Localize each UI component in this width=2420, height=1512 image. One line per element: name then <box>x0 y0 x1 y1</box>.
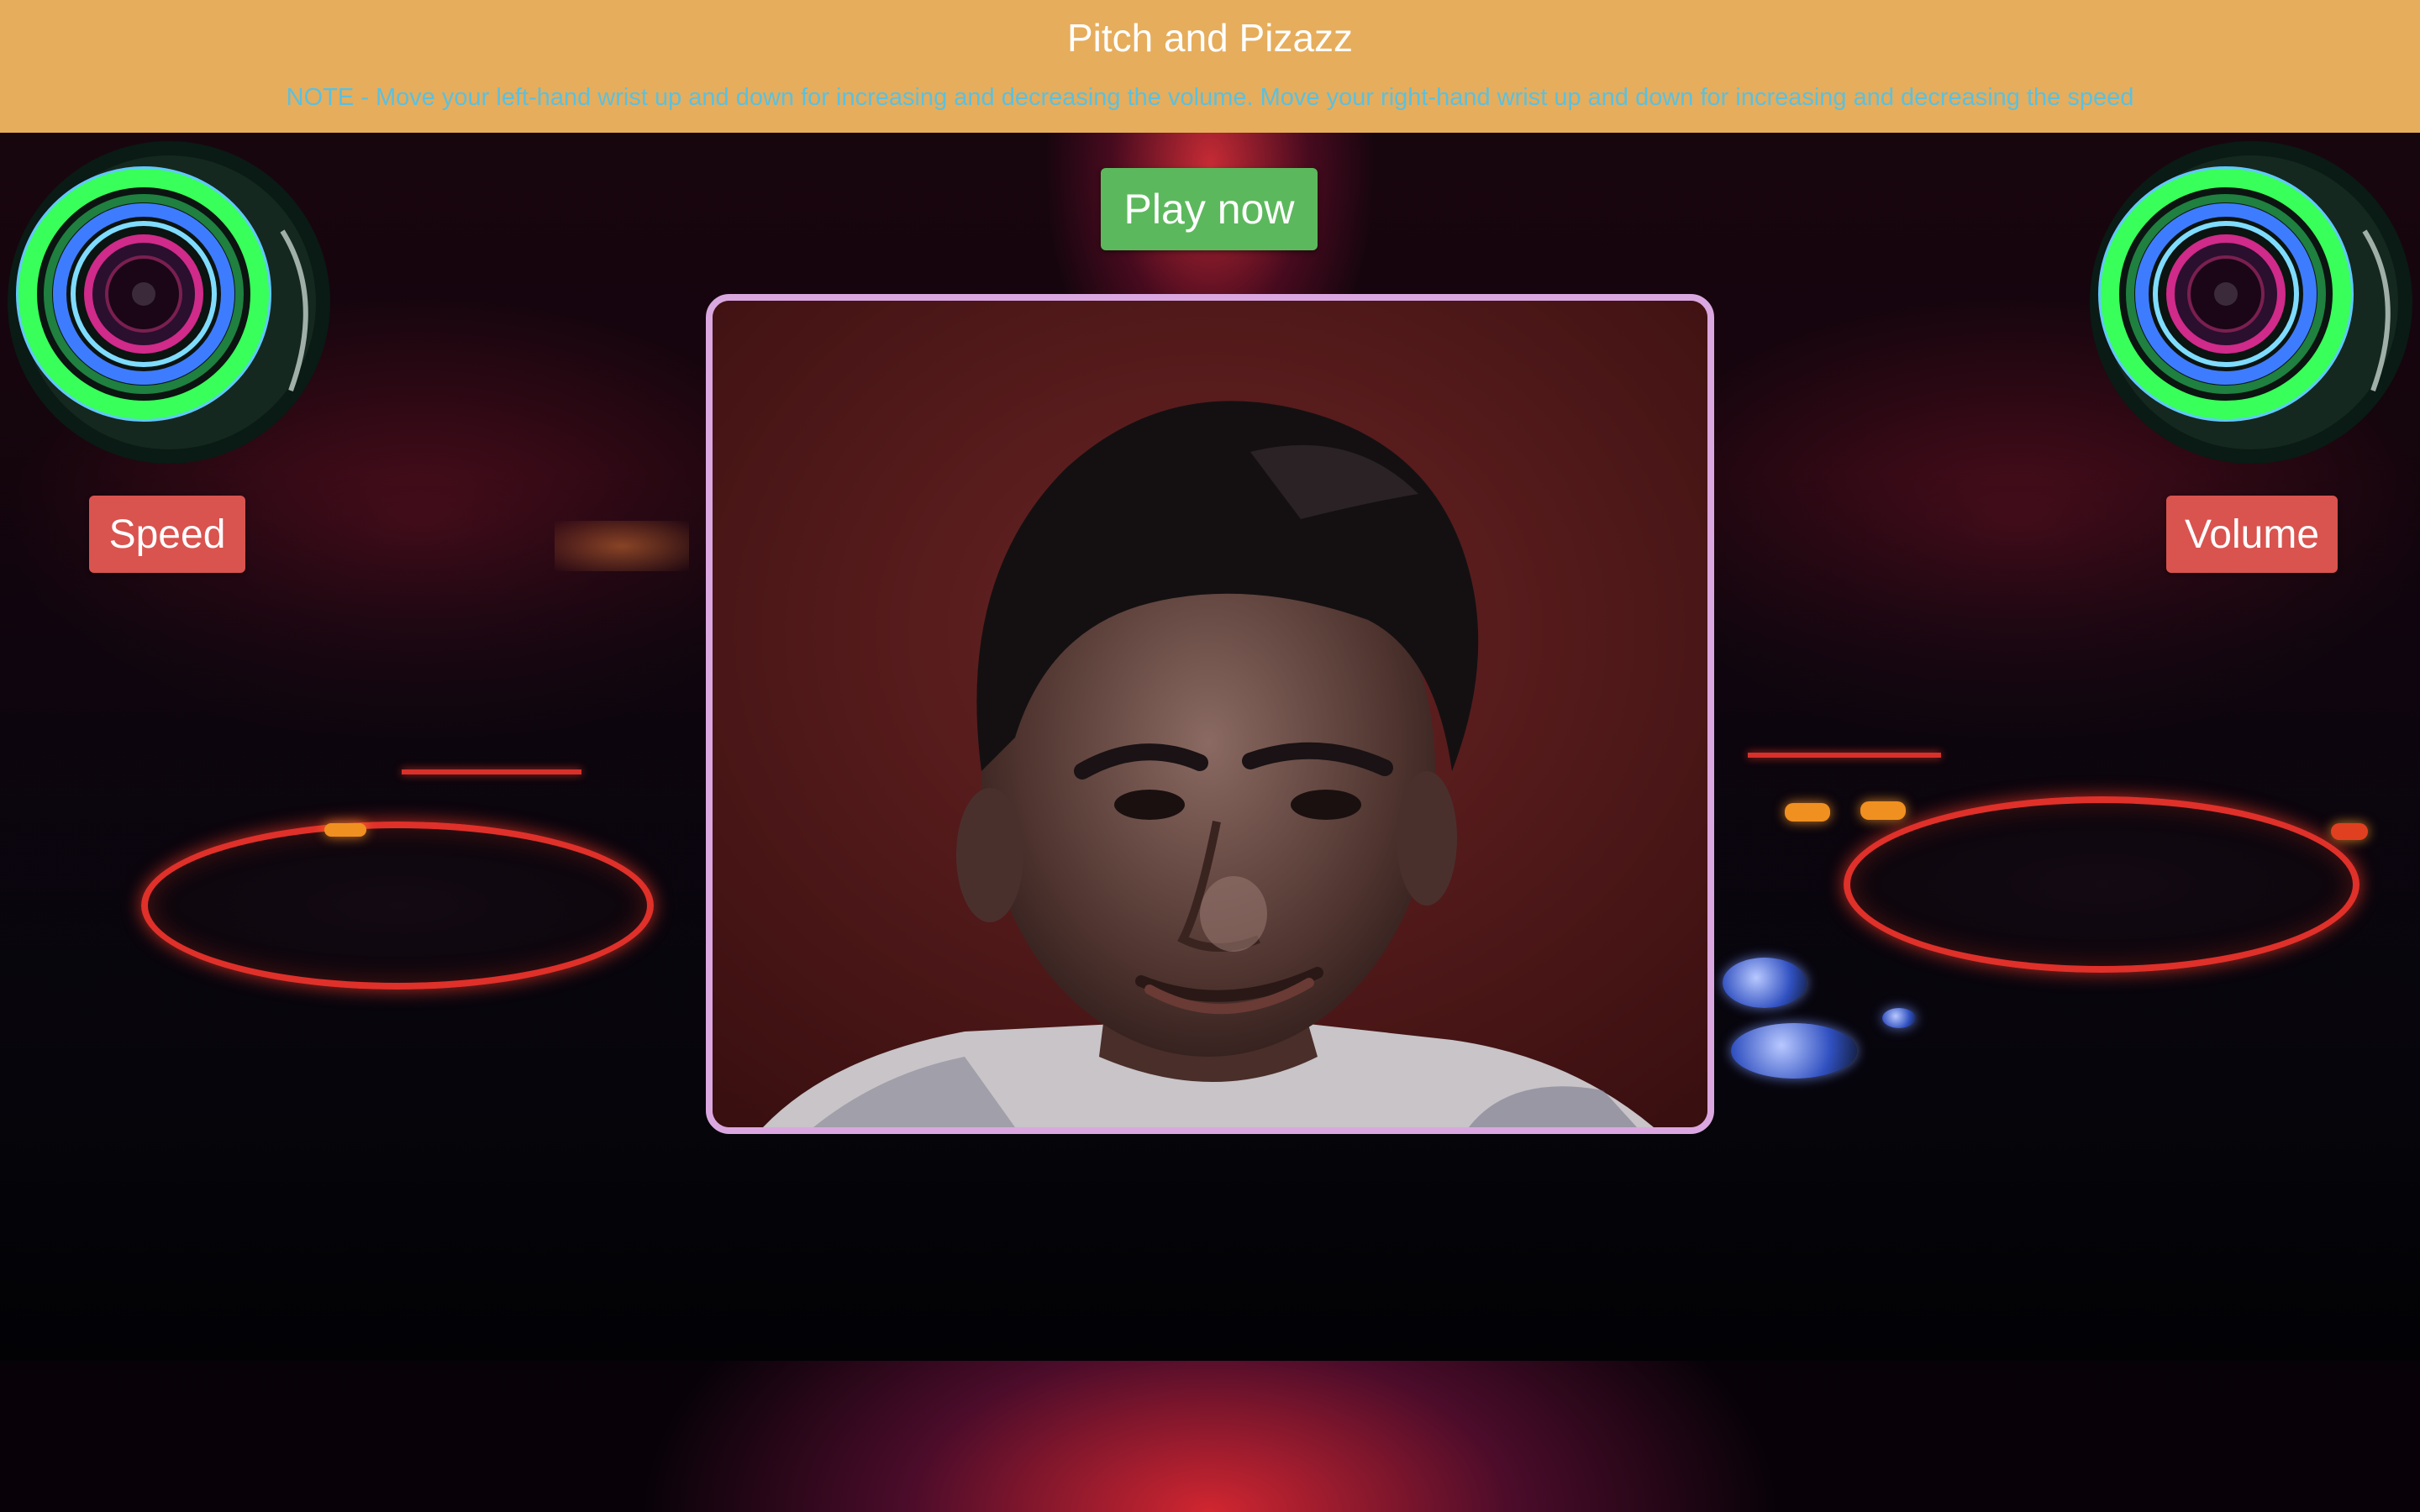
right-turntable-ring <box>1844 796 2360 973</box>
webcam-video <box>706 294 1714 1134</box>
deck-pad <box>1785 803 1830 822</box>
deck-pad <box>1860 801 1906 820</box>
deck-pad <box>2331 823 2368 840</box>
volume-button[interactable]: Volume <box>2166 496 2338 573</box>
speed-button[interactable]: Speed <box>89 496 245 573</box>
deck-knob <box>1723 958 1807 1008</box>
play-now-button[interactable]: Play now <box>1101 168 1318 250</box>
deck-knob <box>1731 1023 1857 1079</box>
webcam-feed-image <box>713 301 1707 1127</box>
deck-light-bar <box>1748 753 1941 758</box>
right-speaker-icon <box>2087 139 2415 466</box>
deck-light <box>555 521 689 571</box>
app-page: Pitch and Pizazz NOTE - Move your left-h… <box>0 0 2420 1512</box>
deck-knob <box>1882 1008 1916 1028</box>
deck-pad <box>324 823 366 837</box>
deck-light-bar <box>402 769 581 774</box>
left-speaker-icon <box>5 139 333 466</box>
instructions-note: NOTE - Move your left-hand wrist up and … <box>286 84 2134 111</box>
header-bar: Pitch and Pizazz NOTE - Move your left-h… <box>0 0 2420 133</box>
left-turntable-ring <box>141 822 654 990</box>
page-title: Pitch and Pizazz <box>1066 16 1354 60</box>
deck-floor <box>0 1117 2420 1361</box>
